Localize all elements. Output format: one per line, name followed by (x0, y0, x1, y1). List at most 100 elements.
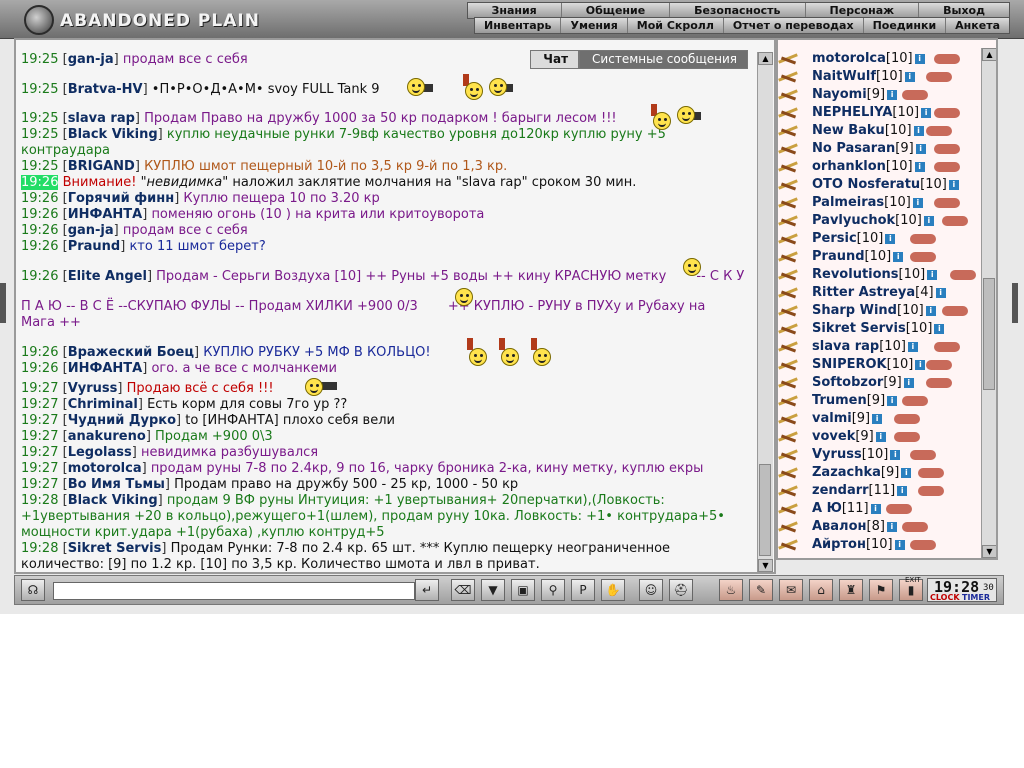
user-info-icon[interactable]: i (875, 431, 886, 442)
private-message-icon[interactable] (778, 231, 798, 247)
right-panel-handle[interactable] (1012, 283, 1018, 323)
save-icon[interactable]: ▣ (511, 579, 535, 601)
users-scroll-up-arrow[interactable]: ▲ (982, 48, 996, 61)
user-name-text[interactable]: Zazachka (812, 465, 881, 480)
message-author[interactable]: ИНФАНТА (68, 361, 143, 376)
private-message-icon[interactable] (778, 429, 798, 445)
menu-character[interactable]: Персонаж (804, 3, 919, 18)
users-scroll-down-arrow[interactable]: ▼ (982, 545, 996, 558)
message-time[interactable]: 19:27 (21, 429, 58, 444)
message-time[interactable]: 19:27 (21, 461, 58, 476)
private-message-icon[interactable] (778, 357, 798, 373)
user-info-icon[interactable]: i (872, 413, 883, 424)
user-info-icon[interactable]: i (921, 107, 932, 118)
message-time[interactable]: 19:26 (21, 191, 58, 206)
user-list-item[interactable]: slava rap[10] i (778, 338, 978, 356)
user-name[interactable]: Nayomi[9] i (812, 87, 898, 102)
private-message-icon[interactable] (778, 51, 798, 67)
chat-input[interactable] (53, 582, 415, 600)
user-name[interactable]: Revolutions[10] i (812, 267, 938, 282)
user-info-icon[interactable]: i (914, 53, 925, 64)
hat-icon[interactable]: ♜ (839, 579, 863, 601)
user-info-icon[interactable]: i (912, 197, 923, 208)
user-name[interactable]: Ritter Astreya[4] i (812, 285, 946, 300)
user-name-text[interactable]: slava rap (812, 339, 879, 354)
user-list-item[interactable]: Sharp Wind[10] i (778, 302, 978, 320)
user-info-icon[interactable]: i (915, 143, 926, 154)
user-list-item[interactable]: valmi[9] i (778, 410, 978, 428)
user-list-item[interactable]: Ritter Astreya[4] i (778, 284, 978, 302)
message-author[interactable]: Legolass (68, 445, 132, 460)
private-message-icon[interactable] (778, 141, 798, 157)
user-name[interactable]: OTO Nosferatu[10] i (812, 177, 959, 192)
message-time[interactable]: 19:25 (21, 82, 58, 97)
message-time[interactable]: 19:26 (21, 207, 58, 222)
user-name-text[interactable]: Praund (812, 249, 865, 264)
private-message-icon[interactable] (778, 69, 798, 85)
eraser-icon[interactable]: ⌫ (451, 579, 475, 601)
user-ear-icon[interactable]: ☊ (21, 579, 45, 601)
message-time[interactable]: 19:27 (21, 445, 58, 460)
user-name[interactable]: NEPHELIYA[10] i (812, 105, 932, 120)
menu-my-scroll[interactable]: Мой Скролл (626, 18, 723, 33)
menu-inventory[interactable]: Инвентарь (475, 18, 560, 33)
user-list-item[interactable]: OTO Nosferatu[10] i (778, 176, 978, 194)
user-name[interactable]: NaitWulf[10] i (812, 69, 915, 84)
user-list-item[interactable]: SNIPEROK[10] i (778, 356, 978, 374)
user-info-icon[interactable]: i (913, 125, 924, 136)
user-name-text[interactable]: Revolutions (812, 267, 899, 282)
message-author[interactable]: Black Viking (68, 493, 158, 508)
message-time[interactable]: 19:28 (21, 493, 58, 508)
user-list-item[interactable]: Sikret Servis[10] i (778, 320, 978, 338)
user-info-icon[interactable]: i (907, 341, 918, 352)
user-list-item[interactable]: Pavlyuchok[10] i (778, 212, 978, 230)
menu-security[interactable]: Безопасность (669, 3, 804, 18)
user-name-text[interactable]: vovek (812, 429, 855, 444)
user-name[interactable]: Sharp Wind[10] i (812, 303, 936, 318)
private-message-icon[interactable] (778, 105, 798, 121)
user-list-item[interactable]: Vyruss[10] i (778, 446, 978, 464)
user-list-item[interactable]: No Pasaran[9] i (778, 140, 978, 158)
message-author[interactable]: Vyruss (68, 381, 118, 396)
user-name[interactable]: Авалон[8] i (812, 519, 897, 534)
user-name-text[interactable]: NaitWulf (812, 69, 876, 84)
user-info-icon[interactable]: i (948, 179, 959, 190)
user-name-text[interactable]: Palmeiras (812, 195, 884, 210)
send-arrow-icon[interactable]: ↵ (415, 579, 439, 601)
message-author[interactable]: slava rap (68, 111, 135, 126)
user-name[interactable]: vovek[9] i (812, 429, 886, 444)
scroll-thumb[interactable] (759, 464, 771, 556)
private-message-icon[interactable] (778, 195, 798, 211)
users-scroll-thumb[interactable] (983, 278, 995, 390)
message-author[interactable]: Во Имя Тьмы (68, 477, 165, 492)
left-panel-handle[interactable] (0, 283, 6, 323)
menu-communication[interactable]: Общение (560, 3, 669, 18)
user-name[interactable]: New Baku[10] i (812, 123, 924, 138)
user-info-icon[interactable]: i (935, 287, 946, 298)
user-name[interactable]: А Ю[11] i (812, 501, 881, 516)
message-author[interactable]: Bratva-HV (68, 82, 143, 97)
scroll-icon[interactable]: ✎ (749, 579, 773, 601)
message-author[interactable]: Чудний Дурко (68, 413, 176, 428)
user-info-icon[interactable]: i (901, 467, 912, 478)
user-list-item[interactable]: А Ю[11] i (778, 500, 978, 518)
message-author[interactable]: ИНФАНТА (68, 207, 143, 222)
private-icon[interactable]: P (571, 579, 595, 601)
user-info-icon[interactable]: i (903, 377, 914, 388)
user-name-text[interactable]: Ritter Astreya (812, 285, 915, 300)
message-time[interactable]: 19:27 (21, 413, 58, 428)
message-author[interactable]: Sikret Servis (68, 541, 162, 556)
user-list-item[interactable]: Softobzor[9] i (778, 374, 978, 392)
user-name-text[interactable]: OTO Nosferatu (812, 177, 920, 192)
menu-profile[interactable]: Анкета (945, 18, 1009, 33)
private-message-icon[interactable] (778, 519, 798, 535)
user-list-item[interactable]: NEPHELIYA[10] i (778, 104, 978, 122)
private-message-icon[interactable] (778, 447, 798, 463)
message-author[interactable]: gan-ja (68, 52, 114, 67)
private-message-icon[interactable] (778, 465, 798, 481)
message-time[interactable]: 19:25 (21, 52, 58, 67)
user-list-item[interactable]: Nayomi[9] i (778, 86, 978, 104)
user-name[interactable]: No Pasaran[9] i (812, 141, 926, 156)
user-info-icon[interactable]: i (904, 71, 915, 82)
message-time[interactable]: 19:25 (21, 159, 58, 174)
